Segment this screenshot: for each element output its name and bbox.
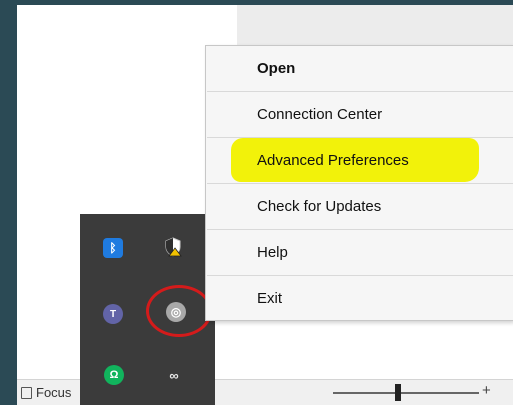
menu-item-help[interactable]: Help <box>206 230 513 275</box>
headset-icon[interactable]: Ω <box>104 365 124 385</box>
teams-icon[interactable]: T <box>103 304 123 324</box>
shield-warning-icon-graphic <box>165 237 182 257</box>
menu-item-check-for-updates[interactable]: Check for Updates <box>206 184 513 229</box>
menu-item-advanced-preferences[interactable]: Advanced Preferences <box>206 138 513 183</box>
focus-icon[interactable] <box>21 387 32 399</box>
link-icon[interactable]: ∞ <box>164 365 184 385</box>
menu-item-open[interactable]: Open <box>206 46 513 91</box>
menu-item-connection-center[interactable]: Connection Center <box>206 92 513 137</box>
zoom-slider-track[interactable] <box>333 392 479 394</box>
zoom-in-button[interactable]: + <box>482 382 491 399</box>
focus-label[interactable]: Focus <box>36 385 71 400</box>
zoom-slider-thumb[interactable] <box>395 384 401 401</box>
citrix-workspace-icon[interactable]: ◎ <box>166 302 186 322</box>
menu-item-exit[interactable]: Exit <box>206 276 513 321</box>
system-tray-overflow: ᛒ T ◎ Ω ∞ <box>80 214 215 405</box>
context-menu: Open Connection Center Advanced Preferen… <box>205 45 513 321</box>
shield-warning-icon[interactable] <box>163 237 183 257</box>
window-header-strip <box>237 5 513 47</box>
bluetooth-icon[interactable]: ᛒ <box>103 238 123 258</box>
